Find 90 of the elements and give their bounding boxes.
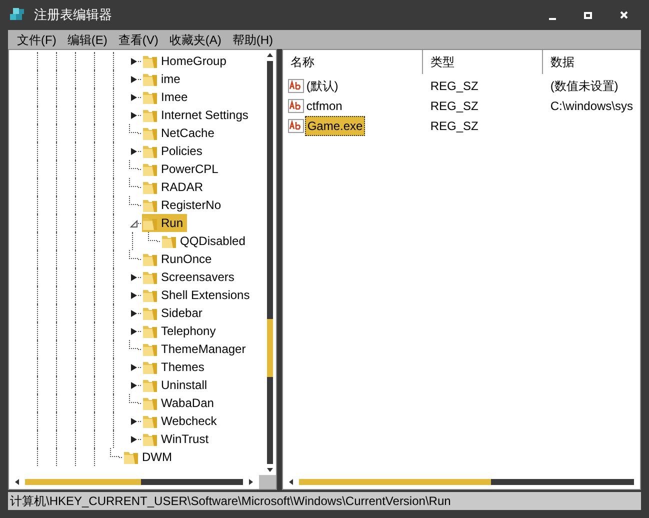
- folder-icon: [142, 413, 158, 429]
- scroll-thumb[interactable]: [299, 479, 492, 485]
- collapsed-triangle-icon[interactable]: [130, 74, 138, 84]
- folder-icon: [142, 143, 158, 159]
- tree-item[interactable]: Themes: [161, 358, 204, 376]
- table-cell: C:\windows\sys: [550, 99, 633, 113]
- collapsed-triangle-icon[interactable]: [130, 92, 138, 102]
- tree-item[interactable]: Sidebar: [161, 304, 202, 322]
- value-name[interactable]: ctfmon: [305, 97, 344, 115]
- expanded-triangle-icon[interactable]: [130, 218, 138, 228]
- folder-icon: [142, 323, 158, 339]
- collapsed-triangle-icon[interactable]: [130, 380, 138, 390]
- folder-icon: [142, 161, 158, 177]
- folder-icon: [142, 197, 158, 213]
- tree-item[interactable]: RegisterNo: [161, 196, 222, 214]
- tree-item[interactable]: NetCache: [161, 124, 214, 142]
- collapsed-triangle-icon[interactable]: [130, 308, 138, 318]
- scroll-left-icon[interactable]: [289, 479, 294, 485]
- menu-item[interactable]: 查看(V): [116, 30, 160, 48]
- folder-icon: [142, 269, 158, 285]
- collapsed-triangle-icon[interactable]: [130, 326, 138, 336]
- close-icon: [620, 11, 628, 19]
- tree-item[interactable]: RADAR: [161, 178, 204, 196]
- window-title: 注册表编辑器: [34, 6, 112, 24]
- scroll-thumb[interactable]: [25, 479, 141, 485]
- collapsed-triangle-icon[interactable]: [130, 146, 138, 156]
- status-path: 计算机\HKEY_CURRENT_USER\Software\Microsoft\Windows\CurrentVersion\Run: [10, 493, 451, 510]
- folder-icon: [142, 305, 158, 321]
- value-name[interactable]: Game.exe: [305, 116, 365, 136]
- folder-icon: [142, 395, 158, 411]
- scroll-up-icon[interactable]: [267, 53, 274, 57]
- table-cell: (数值未设置): [550, 79, 618, 93]
- collapsed-triangle-icon[interactable]: [130, 110, 138, 120]
- collapsed-triangle-icon[interactable]: [130, 362, 138, 372]
- tree-item[interactable]: WinTrust: [161, 430, 209, 448]
- folder-icon: [142, 377, 158, 393]
- string-value-icon: [288, 78, 304, 94]
- tree-item[interactable]: ime: [161, 70, 180, 88]
- collapsed-triangle-icon[interactable]: [130, 272, 138, 282]
- tree-item[interactable]: Internet Settings: [161, 106, 248, 124]
- collapsed-triangle-icon[interactable]: [130, 434, 138, 444]
- tree-item[interactable]: DWM: [142, 448, 172, 466]
- menu-item[interactable]: 收藏夹(A): [167, 30, 224, 48]
- table-cell: REG_SZ: [430, 119, 478, 133]
- scroll-down-icon[interactable]: [267, 468, 274, 472]
- column-header[interactable]: 数据: [550, 53, 574, 71]
- tree-item[interactable]: RunOnce: [161, 250, 212, 268]
- collapsed-triangle-icon[interactable]: [130, 56, 138, 66]
- folder-icon: [123, 449, 139, 465]
- folder-icon: [142, 431, 158, 447]
- scroll-right-icon[interactable]: [249, 479, 254, 485]
- tree-item[interactable]: Webcheck: [161, 412, 217, 430]
- folder-icon: [142, 359, 158, 375]
- tree-item[interactable]: QQDisabled: [180, 232, 246, 250]
- scroll-left-icon[interactable]: [15, 479, 19, 485]
- collapsed-triangle-icon[interactable]: [130, 290, 138, 300]
- table-cell: REG_SZ: [430, 79, 478, 93]
- folder-icon: [142, 89, 158, 105]
- folder-icon: [161, 233, 177, 249]
- menu-item[interactable]: 文件(F): [15, 30, 58, 48]
- folder-icon: [142, 179, 158, 195]
- scroll-corner: [259, 475, 276, 489]
- folder-icon: [142, 53, 158, 69]
- menu-item[interactable]: 编辑(E): [65, 30, 110, 48]
- tree-item[interactable]: Telephony: [161, 322, 216, 340]
- folder-icon: [142, 71, 158, 87]
- collapsed-triangle-icon[interactable]: [130, 416, 138, 426]
- tree-item[interactable]: PowerCPL: [161, 160, 218, 178]
- folder-icon: [142, 107, 158, 123]
- menu-item[interactable]: 帮助(H): [230, 30, 275, 48]
- tree-item[interactable]: ThemeManager: [161, 340, 246, 358]
- string-value-icon: [288, 118, 304, 134]
- tree-item[interactable]: Uninstall: [161, 376, 208, 394]
- folder-icon: [142, 251, 158, 267]
- tree-item[interactable]: Imee: [161, 88, 188, 106]
- table-cell: REG_SZ: [430, 99, 478, 113]
- string-value-icon: [288, 98, 304, 114]
- column-header[interactable]: 名称: [290, 53, 314, 71]
- folder-icon: [142, 287, 158, 303]
- column-header[interactable]: 类型: [430, 53, 454, 71]
- folder-icon: [142, 341, 158, 357]
- scroll-thumb[interactable]: [267, 319, 274, 377]
- value-name[interactable]: (默认): [305, 77, 340, 95]
- folder-icon: [142, 125, 158, 141]
- tree-item[interactable]: WabaDan: [161, 394, 214, 412]
- folder-icon: [142, 215, 158, 231]
- tree-item[interactable]: HomeGroup: [161, 52, 226, 70]
- tree-item[interactable]: Screensavers: [161, 268, 234, 286]
- tree-item[interactable]: Shell Extensions: [161, 286, 250, 304]
- tree-item[interactable]: Policies: [161, 142, 202, 160]
